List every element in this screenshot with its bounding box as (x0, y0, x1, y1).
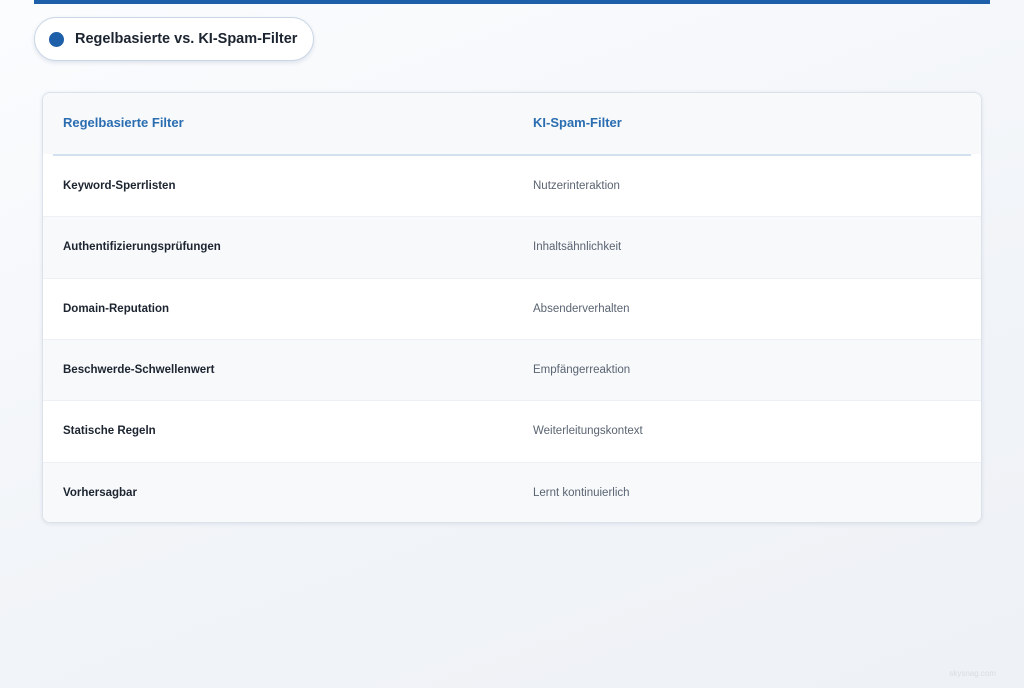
bullet-dot-icon (49, 31, 64, 47)
table-row: Statische Regeln Weiterleitungskontext (43, 401, 981, 463)
table-cell-ai: Weiterleitungskontext (533, 425, 643, 438)
table-cell-ai: Inhaltsähnlichkeit (533, 241, 622, 254)
table-cell-rule-based: Keyword-Sperrlisten (63, 180, 176, 193)
column-header-rule-based: Regelbasierte Filter (63, 115, 184, 130)
accent-top-bar (34, 0, 990, 4)
table-cell-ai: Absenderverhalten (533, 302, 630, 315)
table-cell-ai: Lernt kontinuierlich (533, 487, 630, 500)
title-badge: Regelbasierte vs. KI-Spam-Filter (34, 17, 314, 61)
page-title: Regelbasierte vs. KI-Spam-Filter (75, 31, 298, 47)
table-cell-rule-based: Authentifizierungsprüfungen (63, 241, 221, 254)
table-cell-ai: Nutzerinteraktion (533, 180, 620, 193)
table-header-row: Regelbasierte Filter KI-Spam-Filter (43, 93, 981, 154)
table-row: Authentifizierungsprüfungen Inhaltsähnli… (43, 217, 981, 279)
table-body: Keyword-Sperrlisten Nutzerinteraktion Au… (43, 156, 981, 522)
column-header-ai: KI-Spam-Filter (533, 115, 622, 130)
table-row: Vorhersagbar Lernt kontinuierlich (43, 462, 981, 522)
table-cell-rule-based: Statische Regeln (63, 425, 156, 438)
table-cell-ai: Empfängerreaktion (533, 364, 631, 377)
comparison-table: Regelbasierte Filter KI-Spam-Filter Keyw… (42, 92, 982, 523)
table-row: Keyword-Sperrlisten Nutzerinteraktion (43, 156, 981, 218)
watermark-text: skysnag.com (949, 669, 996, 678)
table-row: Beschwerde-Schwellenwert Empfängerreakti… (43, 339, 981, 402)
table-cell-rule-based: Domain-Reputation (63, 302, 170, 315)
table-row: Domain-Reputation Absenderverhalten (43, 279, 981, 340)
table-cell-rule-based: Vorhersagbar (63, 487, 137, 500)
table-cell-rule-based: Beschwerde-Schwellenwert (63, 364, 215, 377)
